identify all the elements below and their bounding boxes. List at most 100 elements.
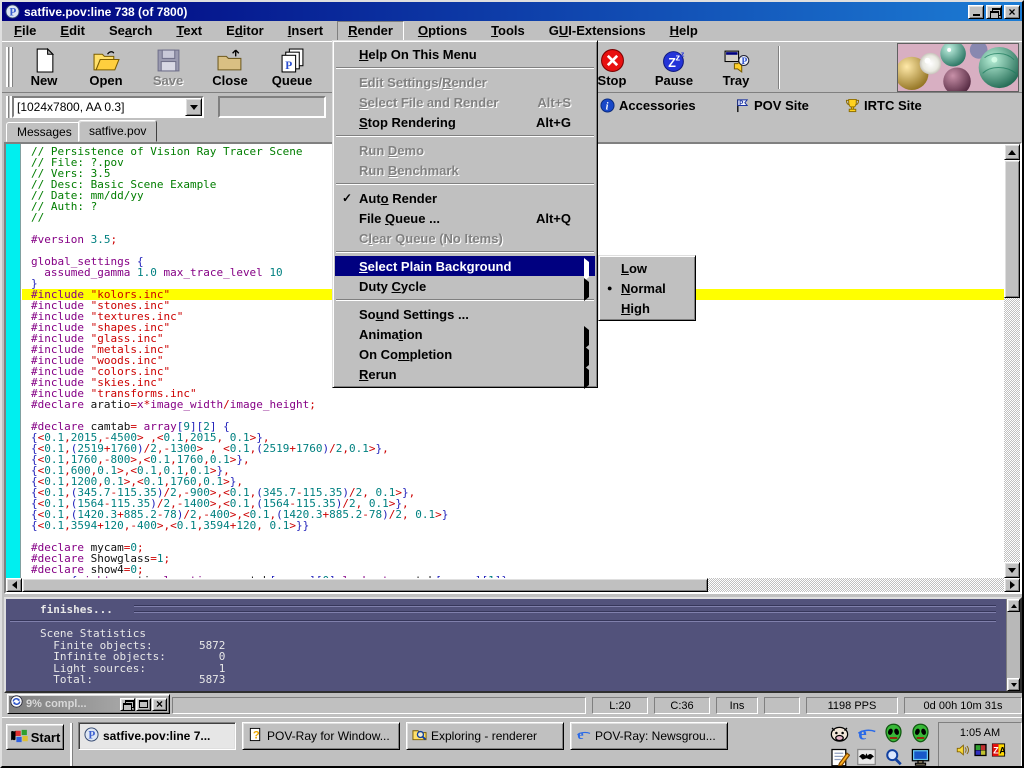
- minimize-button[interactable]: [968, 5, 984, 19]
- menu-item-on-completion[interactable]: On Completion: [335, 344, 595, 364]
- search-icon[interactable]: [883, 747, 904, 767]
- code-token: 3.5: [91, 233, 111, 246]
- editor-horizontal-scrollbar[interactable]: [6, 578, 1004, 592]
- restore-render-button[interactable]: [120, 698, 135, 711]
- restore-button[interactable]: [986, 5, 1002, 19]
- taskbar-task-satfive-pov-line-7[interactable]: Psatfive.pov:line 7...: [78, 722, 236, 750]
- code-token: 2519: [263, 442, 290, 455]
- menu-item-label: Auto Render: [359, 191, 585, 206]
- tab-satfive-pov[interactable]: satfive.pov: [78, 120, 157, 142]
- taskbar-task-exploring-renderer[interactable]: Exploring - renderer: [406, 722, 564, 750]
- cow-icon[interactable]: [829, 723, 850, 743]
- menu-item-rerun[interactable]: Rerun: [335, 364, 595, 384]
- stop-icon: [599, 48, 626, 73]
- task-label: POV-Ray for Window...: [267, 729, 390, 743]
- menu-item-animation[interactable]: Animation: [335, 324, 595, 344]
- menu-item-shortcut: Alt+Q: [536, 211, 571, 226]
- code-token: #declare: [31, 398, 84, 411]
- submenu-item-low[interactable]: Low: [601, 258, 693, 278]
- menu-help[interactable]: Help: [660, 22, 708, 40]
- svg-text:P: P: [9, 7, 16, 19]
- close-render-button[interactable]: ×: [152, 698, 167, 711]
- menu-options[interactable]: Options: [408, 22, 477, 40]
- code-token: image_width: [150, 398, 223, 411]
- code-token: ,: [409, 486, 416, 499]
- display-icon[interactable]: [910, 747, 931, 767]
- scroll-down-button[interactable]: [1004, 562, 1020, 578]
- close-button[interactable]: Close: [201, 44, 259, 91]
- pause-button[interactable]: ZzzPause: [645, 44, 703, 91]
- minimized-render-window[interactable]: 9% compl... ×: [7, 694, 170, 714]
- menu-edit[interactable]: Edit: [50, 22, 95, 40]
- code-token: 885.2: [329, 508, 362, 521]
- menu-item-select-plain-background[interactable]: Select Plain Background: [335, 256, 595, 276]
- scroll-left-button[interactable]: [6, 578, 22, 592]
- menu-search[interactable]: Search: [99, 22, 162, 40]
- menu-file[interactable]: File: [4, 22, 46, 40]
- toolbar-grip-handle[interactable]: [6, 47, 13, 87]
- submenu-arrow-icon: [584, 262, 589, 277]
- tray-button[interactable]: PTray: [707, 44, 765, 91]
- alien-icon[interactable]: [883, 723, 904, 743]
- menu-insert[interactable]: Insert: [278, 22, 333, 40]
- arrow-down-icon: [1011, 683, 1017, 687]
- menu-item-label: Run Demo: [359, 143, 585, 158]
- submenu-item-label: High: [621, 301, 687, 316]
- zonealarm-icon[interactable]: ZA: [991, 743, 1006, 757]
- horizontal-scroll-thumb[interactable]: [22, 578, 708, 592]
- menu-editor[interactable]: Editor: [216, 22, 274, 40]
- scroll-right-button[interactable]: [1004, 578, 1020, 592]
- submenu-item-normal[interactable]: ●Normal: [601, 278, 693, 298]
- taskbar-task-pov-ray-newsgrou[interactable]: ePOV-Ray: Newsgrou...: [570, 722, 728, 750]
- new-button[interactable]: New: [15, 44, 73, 91]
- scroll-up-button[interactable]: [1007, 599, 1020, 612]
- menu-gui-extensions[interactable]: GUI-Extensions: [539, 22, 656, 40]
- render-preset-select[interactable]: [1024x7800, AA 0.3]: [12, 96, 204, 118]
- menu-item-duty-cycle[interactable]: Duty Cycle: [335, 276, 595, 296]
- close-button[interactable]: ×: [1004, 5, 1020, 19]
- queue-button[interactable]: PQueue: [263, 44, 321, 91]
- messages-scrollbar[interactable]: [1006, 599, 1020, 691]
- taskbar-grip-handle[interactable]: [70, 723, 75, 767]
- ie-icon[interactable]: e: [856, 723, 877, 743]
- menu-item-sound-settings[interactable]: Sound Settings ...: [335, 304, 595, 324]
- menu-item-file-queue[interactable]: File Queue ...Alt+Q: [335, 208, 595, 228]
- code-token: >: [157, 519, 164, 532]
- render-preset-value: [1024x7800, AA 0.3]: [14, 98, 185, 116]
- code-token: /: [329, 442, 336, 455]
- bat-icon[interactable]: [856, 747, 877, 767]
- menu-tools[interactable]: Tools: [481, 22, 535, 40]
- scroll-up-button[interactable]: [1004, 144, 1020, 160]
- code-token: [130, 266, 137, 279]
- link-accessories[interactable]: iAccessories: [600, 98, 696, 113]
- editor-vertical-scrollbar[interactable]: [1004, 144, 1020, 578]
- open-button[interactable]: Open: [77, 44, 135, 91]
- maximize-render-button[interactable]: [136, 698, 151, 711]
- preset-dropdown-button[interactable]: [185, 98, 202, 116]
- scroll-down-button[interactable]: [1007, 678, 1020, 691]
- volume-icon[interactable]: [955, 743, 970, 757]
- submenu-item-high[interactable]: High: [601, 298, 693, 318]
- menu-item-auto-render[interactable]: ✓Auto Render: [335, 188, 595, 208]
- command-line-field[interactable]: [218, 96, 326, 118]
- link-irtc-site[interactable]: IRTC Site: [845, 98, 922, 113]
- link-pov-site[interactable]: PPOV Site: [735, 98, 809, 113]
- alien-icon[interactable]: [910, 723, 931, 743]
- notepad-icon[interactable]: [829, 747, 850, 767]
- link-label: POV Site: [754, 98, 809, 113]
- save-button: Save: [139, 44, 197, 91]
- start-button[interactable]: Start: [6, 724, 64, 750]
- start-label: Start: [31, 730, 61, 745]
- menu-render[interactable]: Render: [337, 21, 404, 41]
- taskbar-task-pov-ray-for-window[interactable]: ?POV-Ray for Window...: [242, 722, 400, 750]
- ie-icon: e: [576, 727, 591, 745]
- menu-text[interactable]: Text: [166, 22, 212, 40]
- menu-item-label: Animation: [359, 327, 585, 342]
- display-colors-icon[interactable]: [973, 743, 988, 757]
- insert-mode: Ins: [716, 697, 758, 714]
- vertical-scroll-thumb[interactable]: [1004, 160, 1020, 298]
- menu-item-stop-rendering[interactable]: Stop RenderingAlt+G: [335, 112, 595, 132]
- menu-item-help-on-this-menu[interactable]: Help On This Menu: [335, 44, 595, 64]
- code-token: ,: [402, 508, 409, 521]
- tab-messages[interactable]: Messages: [6, 122, 83, 142]
